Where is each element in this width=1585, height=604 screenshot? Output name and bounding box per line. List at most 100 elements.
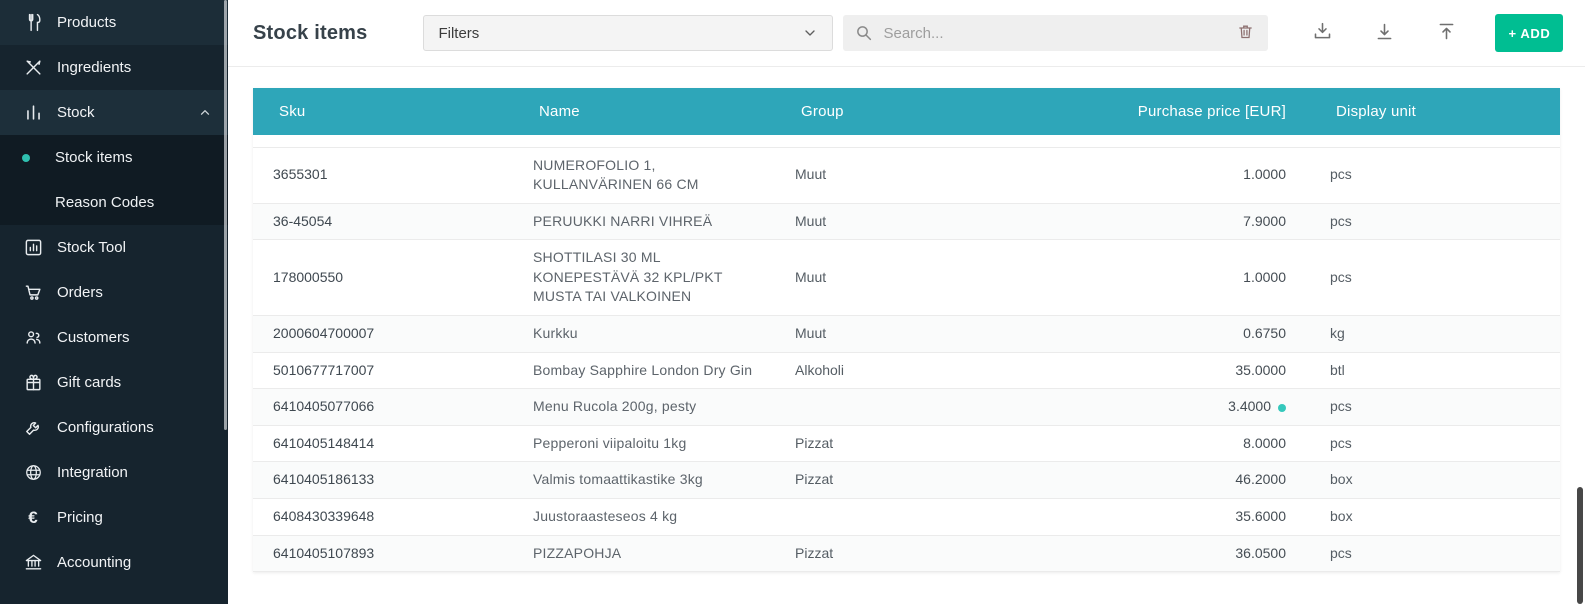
- cell-group: Pizzat: [775, 462, 1025, 499]
- cell-display-unit: pcs: [1310, 535, 1560, 572]
- cell-purchase-price: 1.0000: [1025, 147, 1310, 203]
- products-icon: [22, 12, 44, 34]
- cell-purchase-price: 1.0000: [1025, 240, 1310, 316]
- table-row[interactable]: 178000550SHOTTILASI 30 ML KONEPESTÄVÄ 32…: [253, 240, 1560, 316]
- column-header-name[interactable]: Name: [513, 88, 775, 135]
- column-header-purchase-price[interactable]: Purchase price [EUR]: [1025, 88, 1310, 135]
- chevron-up-icon: [198, 106, 212, 120]
- table-row[interactable]: 6410405148414Pepperoni viipaloitu 1kgPiz…: [253, 425, 1560, 462]
- sidebar-item-gift-cards[interactable]: Gift cards: [0, 360, 228, 405]
- sidebar-item-orders[interactable]: Orders: [0, 270, 228, 315]
- cell-group: Muut: [775, 240, 1025, 316]
- price-value: 46.2000: [1235, 471, 1286, 487]
- cell-name: Pepperoni viipaloitu 1kg: [513, 425, 775, 462]
- cell-group: [775, 499, 1025, 536]
- cell-name: Bombay Sapphire London Dry Gin: [513, 352, 775, 389]
- customers-icon: [22, 327, 44, 349]
- sidebar-item-label: Stock: [57, 104, 95, 121]
- cell-group: [775, 389, 1025, 426]
- sidebar-scrollbar[interactable]: [224, 0, 227, 430]
- sidebar-item-label: Stock Tool: [57, 239, 126, 256]
- cell-group: Muut: [775, 316, 1025, 353]
- page-title: Stock items: [253, 22, 367, 45]
- stock-tool-icon: [22, 237, 44, 259]
- trash-icon: [1237, 23, 1254, 43]
- cell-sku: 6408430339648: [253, 499, 513, 536]
- cell-name: Menu Rucola 200g, pesty: [513, 389, 775, 426]
- add-button[interactable]: + ADD: [1495, 14, 1563, 52]
- pricing-icon: €: [22, 507, 44, 529]
- sidebar-item-configurations[interactable]: Configurations: [0, 405, 228, 450]
- cell-display-unit: pcs: [1310, 240, 1560, 316]
- table-row[interactable]: 6410405077066Menu Rucola 200g, pesty3.40…: [253, 389, 1560, 426]
- table-row[interactable]: 6410405107893PIZZAPOHJAPizzat36.0500pcs: [253, 535, 1560, 572]
- price-value: 35.0000: [1235, 362, 1286, 378]
- cell-purchase-price: 35.0000: [1025, 352, 1310, 389]
- sidebar-item-label: Orders: [57, 284, 103, 301]
- stock-submenu: Stock items Reason Codes: [0, 135, 228, 225]
- cell-sku: 3655301: [253, 147, 513, 203]
- cell-name: NUMEROFOLIO 1, KULLANVÄRINEN 66 CM: [513, 147, 775, 203]
- sidebar-item-integration[interactable]: Integration: [0, 450, 228, 495]
- table-row[interactable]: 6410405186133Valmis tomaattikastike 3kgP…: [253, 462, 1560, 499]
- export-button[interactable]: [1300, 13, 1344, 53]
- cell-display-unit: pcs: [1310, 389, 1560, 426]
- sidebar-item-label: Pricing: [57, 509, 103, 526]
- cell-name: SHOTTILASI 30 ML KONEPESTÄVÄ 32 KPL/PKT …: [513, 240, 775, 316]
- price-value: 7.9000: [1243, 213, 1286, 229]
- cell-purchase-price: 7.9000: [1025, 203, 1310, 240]
- sidebar-item-customers[interactable]: Customers: [0, 315, 228, 360]
- search-box: [843, 15, 1268, 51]
- topbar: Stock items Filters: [228, 0, 1585, 66]
- price-value: 1.0000: [1243, 166, 1286, 182]
- search-icon: [855, 24, 873, 42]
- filters-dropdown[interactable]: Filters: [423, 15, 833, 51]
- cell-purchase-price: 46.2000: [1025, 462, 1310, 499]
- integration-icon: [22, 462, 44, 484]
- download-tray-icon: [1312, 21, 1333, 45]
- sidebar-item-stock-items[interactable]: Stock items: [0, 135, 228, 180]
- table-container: Sku Name Group Purchase price [EUR] Disp…: [253, 88, 1560, 572]
- cell-name: PERUUKKI NARRI VIHREÄ: [513, 203, 775, 240]
- sidebar-item-stock-tool[interactable]: Stock Tool: [0, 225, 228, 270]
- search-input[interactable]: [883, 25, 1235, 42]
- gift-cards-icon: [22, 372, 44, 394]
- cell-name: Juustoraasteseos 4 kg: [513, 499, 775, 536]
- sidebar-item-products[interactable]: Products: [0, 0, 228, 45]
- clear-search-button[interactable]: [1235, 21, 1256, 45]
- cell-display-unit: pcs: [1310, 425, 1560, 462]
- column-header-group[interactable]: Group: [775, 88, 1025, 135]
- cell-display-unit: btl: [1310, 352, 1560, 389]
- table-row[interactable]: 2000604700007KurkkuMuut0.6750kg: [253, 316, 1560, 353]
- sidebar-item-accounting[interactable]: Accounting: [0, 540, 228, 585]
- sidebar-item-pricing[interactable]: € Pricing: [0, 495, 228, 540]
- orders-icon: [22, 282, 44, 304]
- vertical-scrollbar[interactable]: [1577, 487, 1583, 604]
- sidebar-item-label: Ingredients: [57, 59, 131, 76]
- table-row[interactable]: 3655301NUMEROFOLIO 1, KULLANVÄRINEN 66 C…: [253, 147, 1560, 203]
- cell-display-unit: pcs: [1310, 147, 1560, 203]
- sidebar-item-label: Accounting: [57, 554, 131, 571]
- sidebar-item-ingredients[interactable]: Ingredients: [0, 45, 228, 90]
- sidebar-item-label: Configurations: [57, 419, 154, 436]
- price-value: 3.4000: [1228, 398, 1271, 414]
- price-value: 8.0000: [1243, 435, 1286, 451]
- stock-table-body: 3655301NUMEROFOLIO 1, KULLANVÄRINEN 66 C…: [253, 135, 1560, 572]
- table-row[interactable]: 5010677717007Bombay Sapphire London Dry …: [253, 352, 1560, 389]
- sidebar-item-stock[interactable]: Stock: [0, 90, 228, 135]
- status-dot: [1278, 404, 1286, 412]
- table-row[interactable]: 6408430339648Juustoraasteseos 4 kg35.600…: [253, 499, 1560, 536]
- cell-sku: 5010677717007: [253, 352, 513, 389]
- sidebar-item-reason-codes[interactable]: Reason Codes: [0, 180, 228, 225]
- column-header-display-unit[interactable]: Display unit: [1310, 88, 1560, 135]
- table-row[interactable]: 36-45054PERUUKKI NARRI VIHREÄMuut7.9000p…: [253, 203, 1560, 240]
- sidebar-subitem-label: Reason Codes: [55, 194, 154, 211]
- stock-icon: [22, 102, 44, 124]
- column-header-sku[interactable]: Sku: [253, 88, 513, 135]
- download-button[interactable]: [1362, 13, 1406, 53]
- sidebar: Products Ingredients Stock Stock items R…: [0, 0, 228, 604]
- upload-button[interactable]: [1424, 13, 1468, 53]
- cell-sku: 36-45054: [253, 203, 513, 240]
- cell-sku: 6410405186133: [253, 462, 513, 499]
- cell-purchase-price: 36.0500: [1025, 535, 1310, 572]
